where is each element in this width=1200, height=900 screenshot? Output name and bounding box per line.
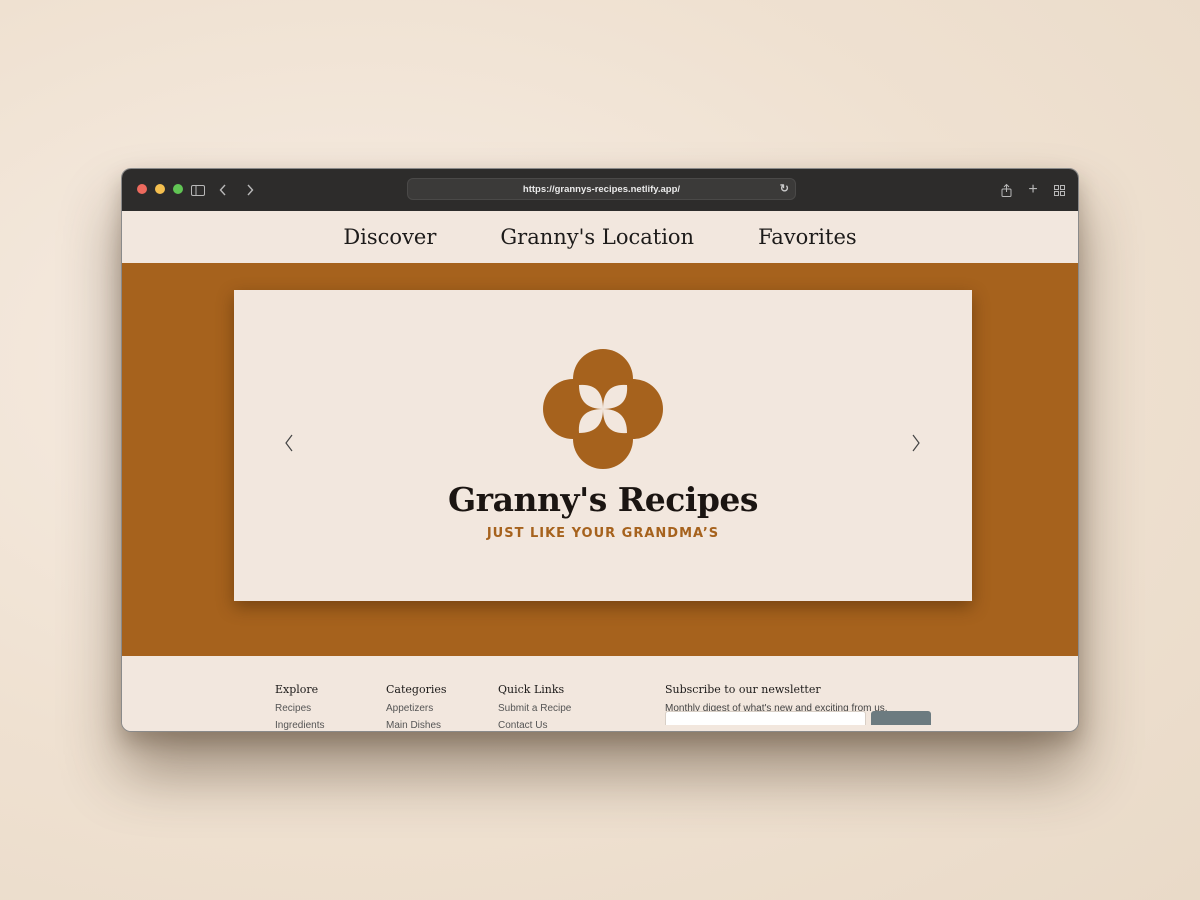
newsletter-subscribe-button[interactable] xyxy=(871,711,931,725)
footer-column-title: Quick Links xyxy=(498,683,565,696)
window-controls xyxy=(137,184,183,194)
share-icon[interactable] xyxy=(997,181,1015,199)
footer-column-title: Explore xyxy=(275,683,319,696)
sidebar-icon[interactable] xyxy=(189,181,207,199)
brand-tagline: JUST LIKE YOUR GRANDMA’S xyxy=(486,526,720,541)
forward-icon[interactable] xyxy=(241,181,259,199)
address-bar[interactable]: https://grannys-recipes.netlify.app/ ↻ xyxy=(407,178,796,200)
nav-discover[interactable]: Discover xyxy=(343,225,436,249)
hero-section: Granny's Recipes JUST LIKE YOUR GRANDMA’… xyxy=(122,263,1078,656)
carousel-prev-icon[interactable] xyxy=(279,434,299,458)
footer-column-title: Categories xyxy=(386,683,447,696)
site-nav: Discover Granny's Location Favorites xyxy=(122,211,1078,263)
close-window-button[interactable] xyxy=(137,184,147,194)
zoom-window-button[interactable] xyxy=(173,184,183,194)
footer-link-submit-recipe[interactable]: Submit a Recipe xyxy=(498,703,571,714)
url-text: https://grannys-recipes.netlify.app/ xyxy=(522,183,681,195)
newsletter-email-input[interactable] xyxy=(665,711,866,725)
footer-column-quick-links: Quick Links Submit a Recipe Contact Us xyxy=(498,683,571,731)
nav-grannys-location[interactable]: Granny's Location xyxy=(500,225,694,249)
footer-link-appetizers[interactable]: Appetizers xyxy=(386,703,447,714)
back-icon[interactable] xyxy=(214,181,232,199)
footer-link-recipes[interactable]: Recipes xyxy=(275,703,324,714)
tab-overview-icon[interactable] xyxy=(1050,181,1068,199)
footer-column-explore: Explore Recipes Ingredients xyxy=(275,683,324,731)
carousel-next-icon[interactable] xyxy=(906,434,926,458)
site-footer: Explore Recipes Ingredients Categories A… xyxy=(122,656,1078,731)
clover-logo-icon xyxy=(543,349,663,469)
newsletter-form xyxy=(665,656,945,731)
reload-icon[interactable]: ↻ xyxy=(780,182,789,195)
browser-toolbar: https://grannys-recipes.netlify.app/ ↻ + xyxy=(122,169,1078,211)
nav-favorites[interactable]: Favorites xyxy=(758,225,857,249)
minimize-window-button[interactable] xyxy=(155,184,165,194)
footer-column-categories: Categories Appetizers Main Dishes xyxy=(386,683,447,731)
brand-name: Granny's Recipes xyxy=(448,480,758,519)
new-tab-icon[interactable]: + xyxy=(1024,181,1042,199)
footer-link-ingredients[interactable]: Ingredients xyxy=(275,720,324,731)
browser-window: https://grannys-recipes.netlify.app/ ↻ +… xyxy=(121,168,1079,732)
footer-link-main-dishes[interactable]: Main Dishes xyxy=(386,720,447,731)
carousel-slide: Granny's Recipes JUST LIKE YOUR GRANDMA’… xyxy=(234,290,972,601)
footer-link-contact-us[interactable]: Contact Us xyxy=(498,720,571,731)
